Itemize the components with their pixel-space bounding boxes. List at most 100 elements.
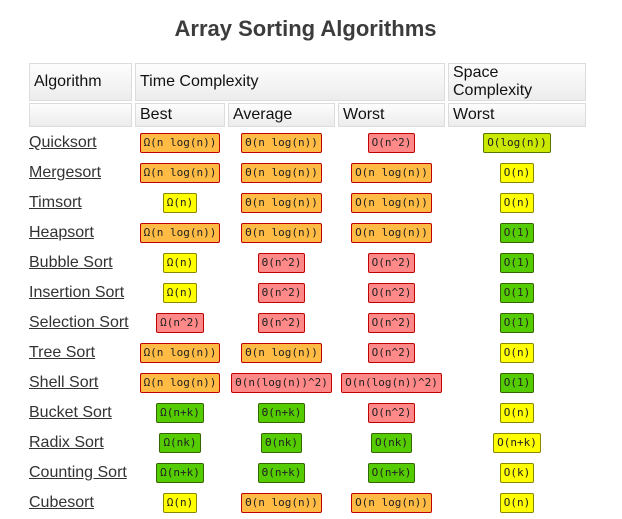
space-complexity-badge: O(n+k) bbox=[493, 433, 541, 453]
worst-complexity-badge: O(n^2) bbox=[367, 253, 416, 273]
algorithm-link[interactable]: Tree Sort bbox=[29, 344, 95, 361]
worst-complexity-badge: O(nk) bbox=[370, 433, 413, 453]
header-worst: Worst bbox=[338, 103, 445, 127]
space-complexity-badge: O(n) bbox=[499, 193, 535, 213]
algorithm-link[interactable]: Heapsort bbox=[29, 224, 94, 241]
average-cell: Θ(n log(n)) bbox=[228, 339, 335, 367]
worst-complexity-badge: O(n^2) bbox=[367, 313, 416, 333]
worst-complexity-badge: O(n(log(n))^2) bbox=[341, 373, 442, 393]
header-space-worst: Worst bbox=[448, 103, 586, 127]
algorithm-cell: Heapsort bbox=[29, 219, 132, 247]
average-complexity-badge: Θ(n^2) bbox=[257, 313, 306, 333]
best-cell: Ω(n) bbox=[135, 279, 225, 307]
best-complexity-badge: Ω(n+k) bbox=[156, 463, 204, 483]
algorithm-link[interactable]: Quicksort bbox=[29, 134, 97, 151]
average-complexity-badge: Θ(n log(n)) bbox=[241, 223, 322, 243]
space-complexity-badge: O(1) bbox=[499, 313, 535, 333]
algorithm-link[interactable]: Bubble Sort bbox=[29, 254, 113, 271]
algorithm-cell: Quicksort bbox=[29, 129, 132, 157]
space-cell: O(n) bbox=[448, 189, 586, 217]
table-row: Heapsort Ω(n log(n)) Θ(n log(n)) O(n log(n)… bbox=[29, 219, 586, 247]
worst-cell: O(n log(n)) bbox=[338, 489, 445, 517]
worst-cell: O(n log(n)) bbox=[338, 189, 445, 217]
worst-cell: O(n^2) bbox=[338, 129, 445, 157]
space-cell: O(n) bbox=[448, 339, 586, 367]
table-row: Counting Sort Ω(n+k) Θ(n+k) O(n+k) O(k) bbox=[29, 459, 586, 487]
table-row: Shell Sort Ω(n log(n)) Θ(n(log(n))^2) O(n(l… bbox=[29, 369, 586, 397]
best-cell: Ω(nk) bbox=[135, 429, 225, 457]
average-cell: Θ(n^2) bbox=[228, 249, 335, 277]
worst-cell: O(n log(n)) bbox=[338, 219, 445, 247]
best-cell: Ω(n) bbox=[135, 249, 225, 277]
space-cell: O(n+k) bbox=[448, 429, 586, 457]
worst-cell: O(nk) bbox=[338, 429, 445, 457]
table-row: Timsort Ω(n) Θ(n log(n)) O(n log(n)) O(n) bbox=[29, 189, 586, 217]
algorithm-cell: Shell Sort bbox=[29, 369, 132, 397]
best-complexity-badge: Ω(n) bbox=[162, 493, 198, 513]
algorithm-link[interactable]: Bucket Sort bbox=[29, 404, 112, 421]
header-time-complexity: Time Complexity bbox=[135, 63, 445, 101]
algorithm-cell: Mergesort bbox=[29, 159, 132, 187]
average-complexity-badge: Θ(n(log(n))^2) bbox=[231, 373, 332, 393]
worst-complexity-badge: O(n log(n)) bbox=[351, 223, 432, 243]
worst-complexity-badge: O(n+k) bbox=[367, 463, 416, 483]
average-cell: Θ(n log(n)) bbox=[228, 189, 335, 217]
space-cell: O(n) bbox=[448, 399, 586, 427]
algorithm-link[interactable]: Timsort bbox=[29, 194, 82, 211]
best-cell: Ω(n log(n)) bbox=[135, 369, 225, 397]
algorithm-cell: Radix Sort bbox=[29, 429, 132, 457]
algorithm-link[interactable]: Insertion Sort bbox=[29, 284, 124, 301]
space-cell: O(k) bbox=[448, 459, 586, 487]
page-title: Array Sorting Algorithms bbox=[174, 16, 437, 41]
algorithm-cell: Insertion Sort bbox=[29, 279, 132, 307]
algorithm-link[interactable]: Selection Sort bbox=[29, 314, 129, 331]
space-cell: O(log(n)) bbox=[448, 129, 586, 157]
space-complexity-badge: O(1) bbox=[499, 373, 535, 393]
space-complexity-badge: O(log(n)) bbox=[483, 133, 551, 153]
average-complexity-badge: Θ(n log(n)) bbox=[241, 193, 322, 213]
space-cell: O(1) bbox=[448, 249, 586, 277]
space-cell: O(1) bbox=[448, 369, 586, 397]
header-blank bbox=[29, 103, 132, 127]
average-complexity-badge: Θ(n log(n)) bbox=[241, 163, 322, 183]
best-complexity-badge: Ω(n) bbox=[162, 253, 198, 273]
worst-cell: O(n^2) bbox=[338, 249, 445, 277]
best-cell: Ω(n+k) bbox=[135, 459, 225, 487]
algorithm-cell: Bubble Sort bbox=[29, 249, 132, 277]
algorithm-link[interactable]: Counting Sort bbox=[29, 464, 127, 481]
average-cell: Θ(n+k) bbox=[228, 399, 335, 427]
average-complexity-badge: Θ(n log(n)) bbox=[241, 343, 322, 363]
best-cell: Ω(n log(n)) bbox=[135, 129, 225, 157]
header-average: Average bbox=[228, 103, 335, 127]
average-complexity-badge: Θ(n log(n)) bbox=[241, 133, 322, 153]
table-row: Radix Sort Ω(nk) Θ(nk) O(nk) O(n+k) bbox=[29, 429, 586, 457]
header-row-1: Algorithm Time Complexity Space Complexi… bbox=[29, 63, 586, 101]
table-row: Bubble Sort Ω(n) Θ(n^2) O(n^2) O(1) bbox=[29, 249, 586, 277]
average-complexity-badge: Θ(nk) bbox=[260, 433, 303, 453]
best-complexity-badge: Ω(n log(n)) bbox=[139, 223, 221, 243]
best-complexity-badge: Ω(n log(n)) bbox=[139, 133, 221, 153]
space-complexity-badge: O(k) bbox=[499, 463, 535, 483]
worst-cell: O(n^2) bbox=[338, 339, 445, 367]
worst-cell: O(n log(n)) bbox=[338, 159, 445, 187]
table-row: Tree Sort Ω(n log(n)) Θ(n log(n)) O(n^2) O(n… bbox=[29, 339, 586, 367]
worst-cell: O(n^2) bbox=[338, 309, 445, 337]
algorithm-link[interactable]: Mergesort bbox=[29, 164, 101, 181]
space-complexity-badge: O(1) bbox=[499, 253, 535, 273]
algorithm-cell: Selection Sort bbox=[29, 309, 132, 337]
space-cell: O(n) bbox=[448, 489, 586, 517]
worst-complexity-badge: O(n^2) bbox=[367, 403, 416, 423]
algorithm-link[interactable]: Cubesort bbox=[29, 494, 94, 511]
table-row: Bucket Sort Ω(n+k) Θ(n+k) O(n^2) O(n) bbox=[29, 399, 586, 427]
space-complexity-badge: O(n) bbox=[499, 493, 535, 513]
best-cell: Ω(n log(n)) bbox=[135, 219, 225, 247]
worst-complexity-badge: O(n log(n)) bbox=[351, 163, 432, 183]
algorithm-link[interactable]: Radix Sort bbox=[29, 434, 104, 451]
algorithm-link[interactable]: Shell Sort bbox=[29, 374, 98, 391]
algorithm-cell: Timsort bbox=[29, 189, 132, 217]
best-complexity-badge: Ω(n log(n)) bbox=[139, 373, 221, 393]
average-complexity-badge: Θ(n log(n)) bbox=[241, 493, 322, 513]
average-complexity-badge: Θ(n^2) bbox=[257, 253, 306, 273]
average-cell: Θ(n^2) bbox=[228, 279, 335, 307]
header-space-complexity: Space Complexity bbox=[448, 63, 586, 101]
